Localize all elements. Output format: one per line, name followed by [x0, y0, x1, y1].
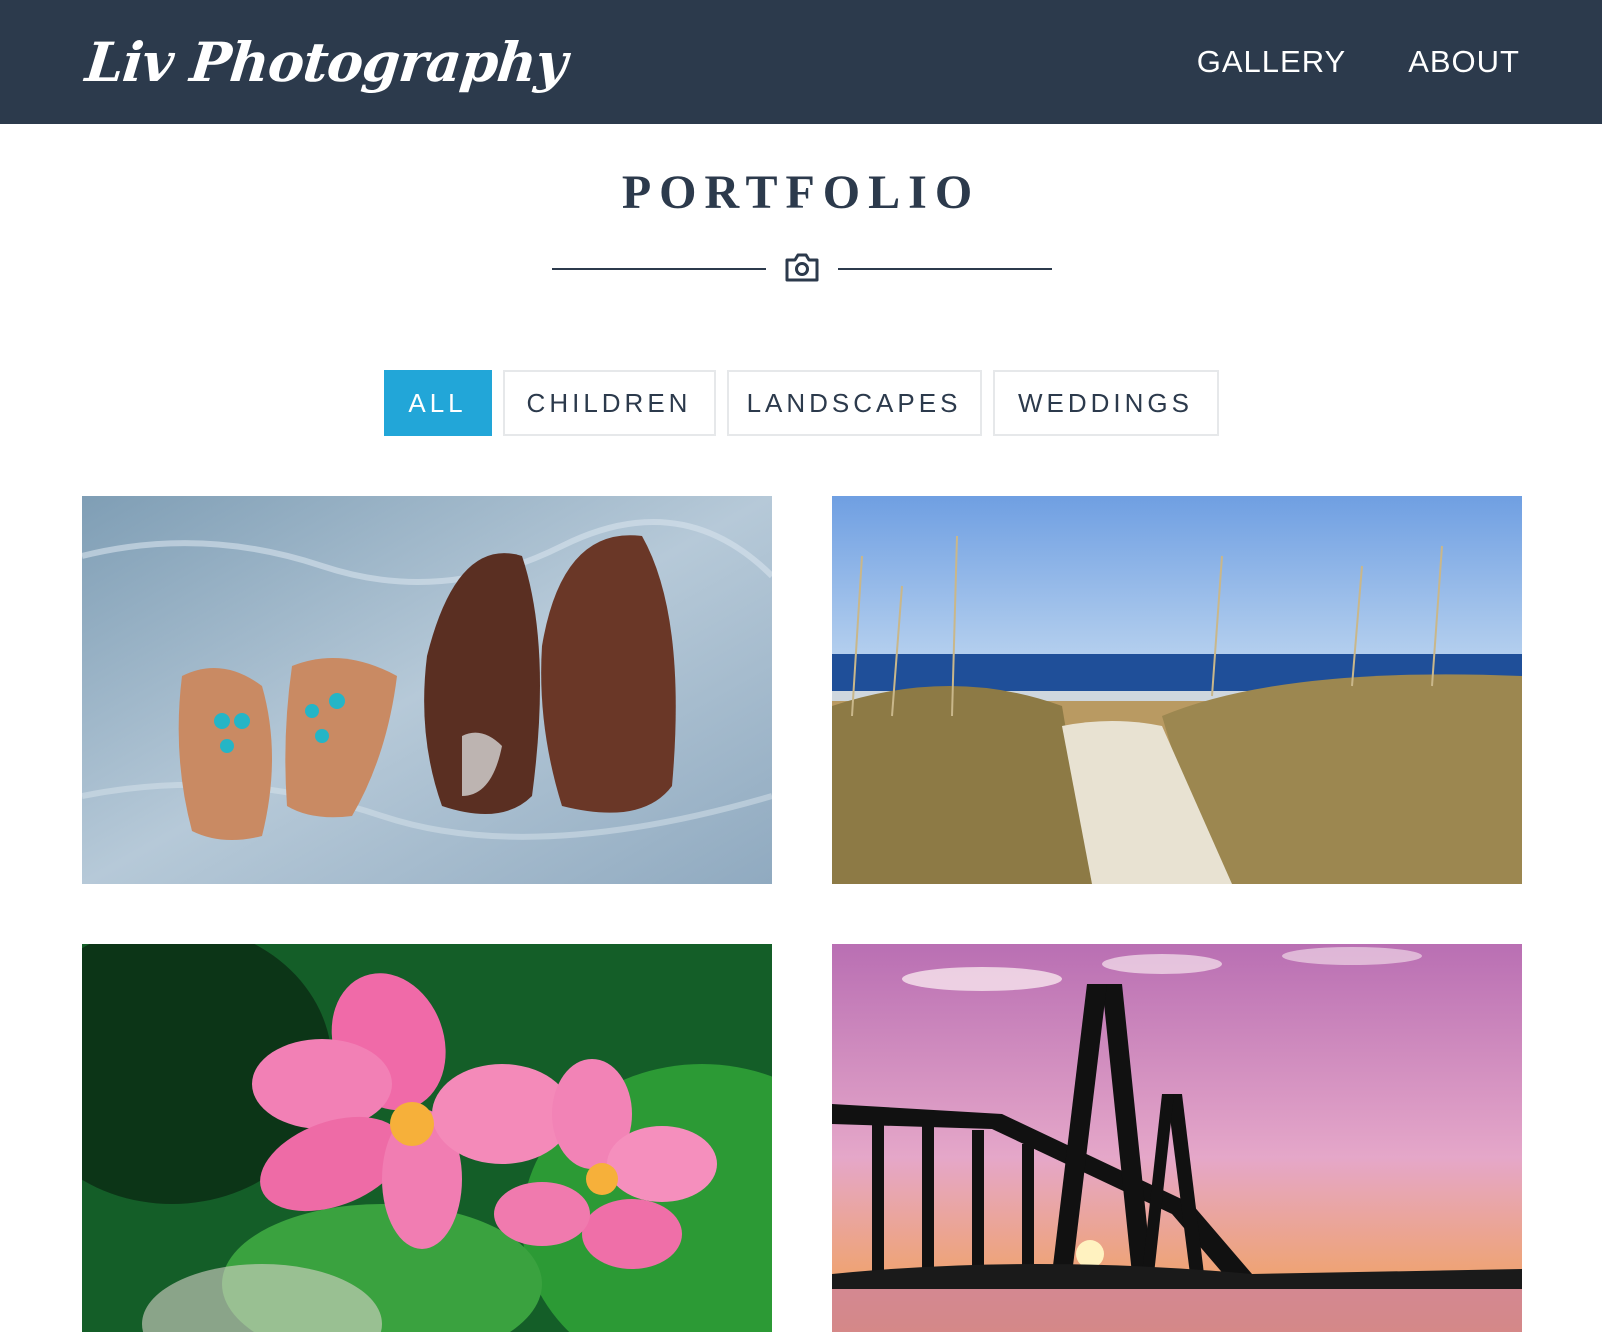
filter-children-button[interactable]: CHILDREN — [502, 370, 716, 436]
top-navbar: Liv Photography GALLERY ABOUT — [0, 0, 1602, 124]
brand-logo[interactable]: Liv Photography — [83, 30, 570, 94]
gallery-photo-beach[interactable] — [832, 496, 1522, 884]
divider-line-left — [552, 268, 766, 270]
beach-dune-image — [832, 496, 1522, 884]
gallery-photo-bridge[interactable] — [832, 944, 1522, 1332]
nav-link-about[interactable]: ABOUT — [1408, 44, 1520, 80]
filter-weddings-button[interactable]: WEDDINGS — [992, 370, 1219, 436]
title-divider — [0, 250, 1602, 290]
page-title: PORTFOLIO — [621, 166, 981, 219]
nav-link-gallery[interactable]: GALLERY — [1197, 44, 1346, 80]
filter-landscapes-button[interactable]: LANDSCAPES — [726, 370, 982, 436]
bridge-sunset-image — [832, 944, 1522, 1332]
divider-line-right — [838, 268, 1052, 270]
plumeria-image — [82, 944, 772, 1332]
shoes-on-sand-image — [82, 496, 772, 884]
main-nav: GALLERY ABOUT — [1197, 44, 1520, 80]
gallery-photo-flowers[interactable] — [82, 944, 772, 1332]
filter-all-button[interactable]: ALL — [383, 370, 492, 436]
camera-icon — [785, 253, 819, 282]
filter-bar: ALL CHILDREN LANDSCAPES WEDDINGS — [0, 370, 1602, 436]
gallery-photo-shoes[interactable] — [82, 496, 772, 884]
